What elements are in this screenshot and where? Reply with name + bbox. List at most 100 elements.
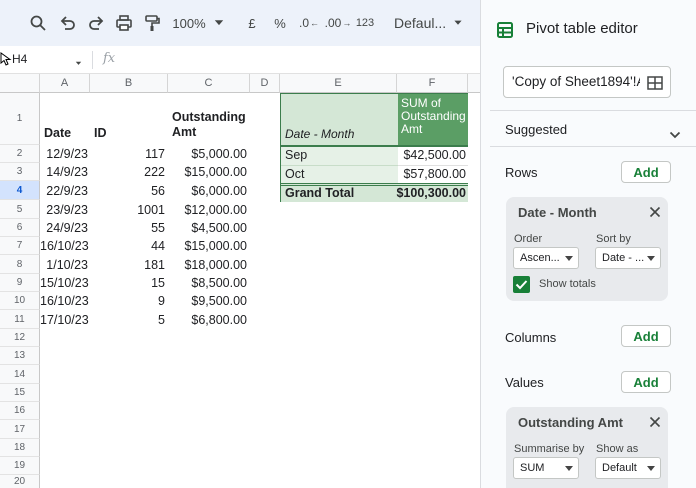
zoom-select[interactable]: 100% — [170, 12, 208, 34]
font-select[interactable]: Defaul... — [394, 12, 446, 34]
sort-by-select[interactable]: Date - ... — [595, 247, 661, 269]
search-icon[interactable] — [28, 12, 48, 34]
number-format-button[interactable]: 123 — [354, 12, 376, 34]
row-header[interactable]: 14 — [0, 365, 40, 384]
row-header[interactable]: 8 — [0, 255, 40, 274]
date-cell[interactable]: 1/10/23 — [40, 256, 88, 274]
grid-select-icon[interactable] — [647, 75, 663, 96]
row-field-close-icon[interactable] — [649, 205, 661, 223]
date-cell[interactable]: 24/9/23 — [40, 219, 88, 237]
amt-cell[interactable]: $4,500.00 — [168, 219, 247, 237]
row-header[interactable]: 3 — [0, 163, 40, 181]
date-cell[interactable]: 12/9/23 — [40, 145, 88, 163]
show-totals-checkbox[interactable] — [513, 276, 530, 293]
date-cell[interactable]: 15/10/23 — [40, 274, 89, 292]
amt-cell[interactable]: $15,000.00 — [168, 163, 247, 181]
row-header[interactable]: 2 — [0, 145, 40, 163]
column-header-c[interactable]: C — [168, 74, 250, 93]
spreadsheet-grid[interactable]: A B C D E F 1 2 3 4 5 6 7 8 9 10 11 12 1… — [0, 74, 480, 488]
name-box-chevron-icon[interactable] — [74, 55, 83, 73]
date-cell[interactable]: 14/9/23 — [40, 163, 88, 181]
row-header[interactable]: 6 — [0, 219, 40, 237]
column-header-b[interactable]: B — [90, 74, 168, 93]
range-input[interactable]: 'Copy of Sheet1894'!A — [503, 66, 671, 98]
row-header[interactable]: 20 — [0, 475, 40, 488]
row-header[interactable]: 17 — [0, 420, 40, 439]
column-header-f[interactable]: F — [397, 74, 468, 93]
amt-cell[interactable]: $18,000.00 — [168, 256, 247, 274]
row-header[interactable]: 11 — [0, 310, 40, 329]
rows-add-button[interactable]: Add — [621, 161, 671, 183]
amt-cell[interactable]: $5,000.00 — [168, 145, 247, 163]
amt-cell[interactable]: $6,000.00 — [168, 182, 247, 200]
currency-format-button[interactable]: £ — [244, 12, 260, 34]
pivot-row-header-cell[interactable]: Date - Month — [281, 94, 398, 145]
id-cell[interactable]: 222 — [90, 163, 165, 181]
columns-add-button[interactable]: Add — [621, 325, 671, 347]
row-header[interactable]: 15 — [0, 384, 40, 402]
row-header[interactable]: 12 — [0, 329, 40, 347]
undo-icon[interactable] — [58, 12, 78, 34]
row-header[interactable]: 13 — [0, 347, 40, 365]
paint-format-icon[interactable] — [142, 12, 162, 34]
row-header-selected[interactable]: 4 — [0, 181, 40, 200]
date-cell[interactable]: 17/10/23 — [40, 311, 89, 329]
font-chevron-down-icon[interactable] — [452, 12, 464, 34]
suggested-chevron-icon[interactable] — [669, 126, 681, 144]
date-cell[interactable]: 16/10/23 — [40, 237, 89, 255]
id-cell[interactable]: 1001 — [90, 201, 165, 219]
date-cell[interactable]: 16/10/23 — [40, 292, 89, 310]
id-cell[interactable]: 44 — [90, 237, 165, 255]
pivot-row-label-cell[interactable]: Sep — [281, 147, 398, 165]
values-add-button[interactable]: Add — [621, 371, 671, 393]
decrease-decimal-button[interactable]: .0 ← — [298, 12, 320, 34]
show-as-select[interactable]: Default — [595, 457, 661, 479]
date-cell[interactable]: 22/9/23 — [40, 182, 88, 200]
suggested-label[interactable]: Suggested — [505, 122, 567, 137]
redo-icon[interactable] — [86, 12, 106, 34]
percent-format-button[interactable]: % — [272, 12, 288, 34]
name-box[interactable]: H4 — [12, 52, 27, 66]
row-header[interactable]: 18 — [0, 439, 40, 457]
select-all-corner[interactable] — [0, 74, 40, 93]
column-header-d[interactable]: D — [250, 74, 280, 93]
pivot-grand-total-row[interactable]: Grand Total $100,300.00 — [281, 183, 468, 202]
row-header[interactable]: 19 — [0, 457, 40, 475]
pivot-value-cell[interactable]: $57,800.00 — [398, 165, 468, 183]
increase-decimal-button[interactable]: .00 → — [325, 12, 352, 34]
pivot-table[interactable]: Date - Month SUM of Outstanding Amt Sep … — [280, 93, 468, 202]
pivot-value-header-cell[interactable]: SUM of Outstanding Amt — [398, 94, 468, 145]
id-cell[interactable]: 117 — [90, 145, 165, 163]
pivot-value-cell[interactable]: $42,500.00 — [398, 147, 468, 165]
amt-cell[interactable]: $8,500.00 — [168, 274, 247, 292]
header-date[interactable]: Date — [44, 124, 71, 142]
row-header[interactable]: 7 — [0, 237, 40, 255]
column-header-g[interactable] — [468, 74, 480, 93]
id-cell[interactable]: 9 — [90, 292, 165, 310]
summarise-by-select[interactable]: SUM — [513, 457, 579, 479]
id-cell[interactable]: 56 — [90, 182, 165, 200]
amt-cell[interactable]: $9,500.00 — [168, 292, 247, 310]
print-icon[interactable] — [114, 12, 134, 34]
row-header[interactable]: 10 — [0, 292, 40, 310]
pivot-row-label-cell[interactable]: Oct — [281, 165, 398, 183]
column-header-a[interactable]: A — [40, 74, 90, 93]
date-cell[interactable]: 23/9/23 — [40, 201, 88, 219]
amt-cell[interactable]: $6,800.00 — [168, 311, 247, 329]
header-outstanding-amt[interactable]: Outstanding Amt — [172, 110, 246, 140]
column-header-e[interactable]: E — [280, 74, 397, 93]
id-cell[interactable]: 15 — [90, 274, 165, 292]
amt-cell[interactable]: $15,000.00 — [168, 237, 247, 255]
row-header[interactable]: 16 — [0, 402, 40, 420]
row-header[interactable]: 1 — [0, 93, 40, 145]
order-select[interactable]: Ascen... — [513, 247, 579, 269]
row-header[interactable]: 5 — [0, 200, 40, 219]
id-cell[interactable]: 5 — [90, 311, 165, 329]
value-field-close-icon[interactable] — [649, 415, 661, 433]
id-cell[interactable]: 55 — [90, 219, 165, 237]
row-header[interactable]: 9 — [0, 274, 40, 292]
amt-cell[interactable]: $12,000.00 — [168, 201, 247, 219]
id-cell[interactable]: 181 — [90, 256, 165, 274]
chevron-down-icon[interactable] — [212, 12, 226, 34]
header-id[interactable]: ID — [94, 124, 107, 142]
